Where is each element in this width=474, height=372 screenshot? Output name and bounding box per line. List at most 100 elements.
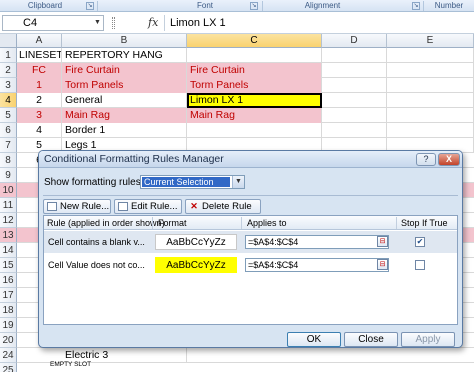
chevron-down-icon[interactable]: ▼: [232, 176, 244, 188]
show-rules-value: Current Selection: [142, 177, 230, 187]
rule-row[interactable]: Cell contains a blank v... AaBbCcYyZz =$…: [44, 231, 457, 253]
row-header[interactable]: 10: [0, 183, 17, 198]
cell-a3[interactable]: 1: [17, 78, 62, 93]
select-all-corner[interactable]: [0, 34, 17, 48]
cell-b6[interactable]: Border 1: [62, 123, 187, 138]
cell-a4[interactable]: 2: [17, 93, 62, 108]
row-header[interactable]: 15: [0, 258, 17, 273]
cell-c1[interactable]: [187, 48, 322, 63]
applies-to-input[interactable]: =$A$4:$C$4: [245, 235, 389, 249]
help-button[interactable]: ?: [416, 153, 436, 166]
row-header[interactable]: 1: [0, 48, 17, 63]
cell-b5[interactable]: Main Rag: [62, 108, 187, 123]
row-header[interactable]: 6: [0, 123, 17, 138]
cell-d1[interactable]: [322, 48, 387, 63]
row-header[interactable]: 3: [0, 78, 17, 93]
rule-row[interactable]: Cell Value does not co... AaBbCcYyZz =$A…: [44, 254, 457, 276]
column-separator[interactable]: [396, 217, 397, 229]
row-header[interactable]: 16: [0, 273, 17, 288]
table-row: 1 Torm Panels Torm Panels: [17, 78, 474, 93]
edit-rule-button[interactable]: Edit Rule...: [114, 199, 182, 214]
ribbon-group-number: Number: [434, 1, 464, 10]
cell-a1[interactable]: LINESET #: [17, 48, 62, 63]
stop-if-true-checkbox[interactable]: ✔: [415, 237, 425, 247]
column-header-a[interactable]: A: [17, 34, 62, 48]
cell-e6[interactable]: [387, 123, 474, 138]
cell-c2[interactable]: Fire Curtain: [187, 63, 322, 78]
cell-b4[interactable]: General: [62, 93, 187, 108]
delete-rule-button[interactable]: ✕ Delete Rule: [185, 199, 261, 214]
cell-c4[interactable]: Limon LX 1: [187, 93, 322, 108]
cell-c6[interactable]: [187, 123, 322, 138]
dialog-titlebar[interactable]: Conditional Formatting Rules Manager ? X: [39, 151, 462, 168]
cell-d5[interactable]: [322, 108, 387, 123]
font-launcher-icon[interactable]: ↘: [250, 2, 258, 10]
column-header-b[interactable]: B: [62, 34, 187, 48]
cell-e4[interactable]: [387, 93, 474, 108]
ribbon-group-font: Font: [196, 1, 213, 10]
close-button[interactable]: Close: [344, 332, 398, 347]
row-header[interactable]: 17: [0, 288, 17, 303]
show-rules-select[interactable]: Current Selection ▼: [140, 175, 245, 189]
row-header[interactable]: 4: [0, 93, 17, 108]
row-header[interactable]: 19: [0, 318, 17, 333]
name-box[interactable]: C4 ▼: [2, 15, 104, 31]
format-preview: AaBbCcYyZz: [155, 257, 237, 273]
formula-input[interactable]: Limon LX 1: [164, 15, 470, 31]
stop-if-true-checkbox[interactable]: [415, 260, 425, 270]
ribbon-group-clipboard: Clipboard: [27, 1, 63, 10]
row-header[interactable]: 11: [0, 198, 17, 213]
row-header[interactable]: 9: [0, 168, 17, 183]
edit-document-icon: [118, 202, 128, 211]
row-header[interactable]: 20: [0, 333, 17, 348]
delete-rule-label: Delete Rule: [202, 201, 252, 212]
applies-to-input[interactable]: =$A$4:$C$4: [245, 258, 389, 272]
cell-d6[interactable]: [322, 123, 387, 138]
formula-bar: C4 ▼ fx Limon LX 1: [0, 12, 474, 34]
row-header[interactable]: 12: [0, 213, 17, 228]
cell-c5[interactable]: Main Rag: [187, 108, 322, 123]
row-header[interactable]: 14: [0, 243, 17, 258]
column-header-d[interactable]: D: [322, 34, 387, 48]
close-icon[interactable]: X: [438, 153, 460, 166]
cell-b1[interactable]: REPERTORY HANG: [62, 48, 187, 63]
row-header[interactable]: 5: [0, 108, 17, 123]
clipboard-launcher-icon[interactable]: ↘: [86, 2, 94, 10]
cell-e1[interactable]: [387, 48, 474, 63]
row-header[interactable]: 13: [0, 228, 17, 243]
range-collapse-icon[interactable]: ⊟: [377, 236, 388, 247]
range-collapse-icon[interactable]: ⊟: [377, 259, 388, 270]
cell-d4[interactable]: [322, 93, 387, 108]
column-header-stop-if-true: Stop If True: [401, 218, 448, 228]
row-header[interactable]: 18: [0, 303, 17, 318]
alignment-launcher-icon[interactable]: ↘: [412, 2, 420, 10]
new-rule-button[interactable]: New Rule...: [43, 199, 111, 214]
row-header[interactable]: 7: [0, 138, 17, 153]
cell-a6[interactable]: 4: [17, 123, 62, 138]
column-header-c[interactable]: C: [187, 34, 322, 48]
cell-b3[interactable]: Torm Panels: [62, 78, 187, 93]
insert-function-icon[interactable]: fx: [148, 15, 158, 31]
column-header-e[interactable]: E: [387, 34, 474, 48]
row-header[interactable]: 25: [0, 363, 17, 372]
cell-e3[interactable]: [387, 78, 474, 93]
cell-a5[interactable]: 3: [17, 108, 62, 123]
cell-e5[interactable]: [387, 108, 474, 123]
column-separator[interactable]: [241, 217, 242, 229]
cell-a2[interactable]: FC: [17, 63, 62, 78]
chevron-down-icon[interactable]: ▼: [94, 16, 104, 30]
column-separator[interactable]: [152, 217, 153, 229]
row-header[interactable]: 8: [0, 153, 17, 168]
cell-d3[interactable]: [322, 78, 387, 93]
cell-b2[interactable]: Fire Curtain: [62, 63, 187, 78]
cell-d2[interactable]: [322, 63, 387, 78]
table-row: 4 Border 1: [17, 123, 474, 138]
formula-bar-grip[interactable]: [112, 17, 115, 29]
apply-button[interactable]: Apply: [401, 332, 455, 347]
rules-table: Rule (applied in order shown) Format App…: [43, 215, 458, 325]
row-header[interactable]: 24: [0, 348, 17, 363]
row-header[interactable]: 2: [0, 63, 17, 78]
cell-e2[interactable]: [387, 63, 474, 78]
cell-c3[interactable]: Torm Panels: [187, 78, 322, 93]
ok-button[interactable]: OK: [287, 332, 341, 347]
